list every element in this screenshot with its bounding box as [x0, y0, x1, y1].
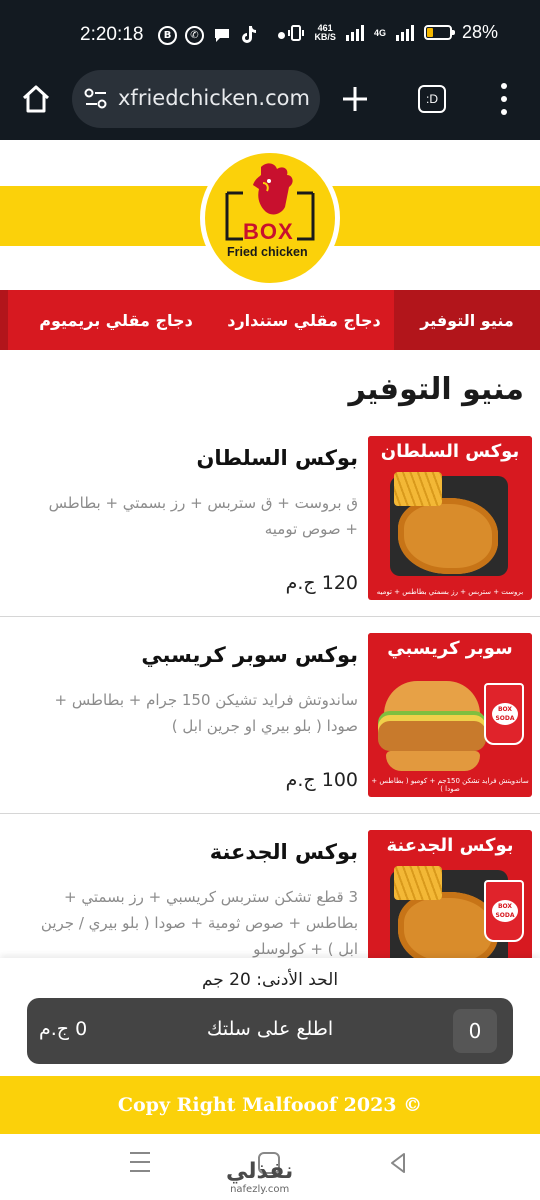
- copyright-text: Copy Right Malfooof 2023 ©: [117, 1094, 423, 1116]
- status-bar: 2:20:18 B ✆ 461 KB/S 4G 28%: [0, 0, 540, 70]
- watermark-arabic: نفذلي: [226, 1159, 294, 1184]
- status-time: 2:20:18: [80, 24, 144, 45]
- tab-switcher-button[interactable]: :D: [418, 85, 446, 113]
- burger-bun-shape: [384, 681, 480, 721]
- tiktok-icon: [242, 26, 256, 43]
- item-divider: [0, 616, 540, 617]
- soda-cup-shape: BOX SODA: [484, 683, 524, 745]
- address-bar[interactable]: xfriedchicken.com: [72, 70, 320, 128]
- min-order-label: الحد الأدنى: 20 جم: [201, 970, 339, 990]
- category-tab-premium[interactable]: دجاج مقلي بريميوم: [18, 290, 214, 350]
- cart-total: 0 ج.م: [39, 1018, 88, 1040]
- notification-dot: [278, 31, 285, 39]
- whatsapp-icon: ✆: [185, 25, 204, 45]
- category-nav: منيو التوفير دجاج مقلي ستندارد دجاج مقلي…: [0, 290, 540, 350]
- rooster-icon: [225, 163, 315, 241]
- system-nav-bar: نفذلي nafezly.com: [0, 1134, 540, 1200]
- cup-label: BOX SODA: [492, 900, 518, 922]
- new-tab-icon[interactable]: [340, 84, 370, 114]
- image-banner: بوكس السلطان: [368, 436, 532, 468]
- url-text[interactable]: xfriedchicken.com: [118, 86, 310, 110]
- logo-subtitle: Fried chicken: [227, 245, 308, 259]
- system-icons: 461 KB/S 4G 28%: [288, 22, 498, 43]
- image-caption: بروست + ستربس + رز بسمتي بطاطس + توميه: [376, 588, 524, 596]
- category-tab-savings[interactable]: منيو التوفير: [394, 290, 540, 350]
- item-name[interactable]: بوكس الجدعنة: [210, 840, 358, 864]
- logo-word: BOX: [243, 219, 294, 244]
- fries-shape: [394, 866, 442, 900]
- browser-toolbar: xfriedchicken.com :D: [0, 70, 540, 140]
- burger-patty-shape: [378, 721, 486, 751]
- battery-icon: [423, 25, 455, 40]
- image-banner: بوكس الجدعنة: [368, 830, 532, 862]
- chicken-shape: [398, 498, 498, 574]
- notification-icons: B ✆: [158, 25, 285, 45]
- back-icon[interactable]: [388, 1152, 408, 1174]
- view-cart-label[interactable]: اطلع على سلتك: [27, 1018, 513, 1040]
- site-header: BOX Fried chicken: [0, 140, 540, 290]
- watermark-latin: nafezly.com: [230, 1184, 290, 1195]
- item-price: 120 ج.م: [285, 572, 358, 594]
- image-banner: سوبر كريسبي: [368, 633, 532, 665]
- network-type: 4G: [373, 27, 386, 38]
- item-image[interactable]: بوكس السلطان بروست + ستربس + رز بسمتي بط…: [368, 436, 532, 600]
- net-speed: 461 KB/S: [314, 22, 336, 42]
- image-caption: ساندويتش فرايد تشكن 150جم + كومبو ( بطاط…: [371, 777, 529, 793]
- category-tab-standard[interactable]: دجاج مقلي ستندارد: [214, 290, 394, 350]
- item-description: 3 قطع تشكن ستربس كريسبي + رز بسمتي + بطا…: [40, 888, 358, 958]
- vibrate-icon: [288, 24, 305, 41]
- overflow-menu-icon[interactable]: [494, 83, 514, 115]
- battery-percent: 28%: [461, 22, 498, 42]
- nav-edge: [0, 290, 8, 350]
- soda-cup-shape: BOX SODA: [484, 880, 524, 942]
- brand-logo[interactable]: BOX Fried chicken: [200, 148, 340, 288]
- section-title: منيو التوفير: [348, 372, 524, 407]
- burger-bottom-shape: [386, 751, 480, 771]
- chat-bubble-icon: [215, 29, 229, 42]
- watermark: نفذلي nafezly.com: [226, 1160, 293, 1196]
- site-settings-icon[interactable]: [84, 88, 108, 110]
- item-description: ق بروست + ق ستربس + رز بسمتي + بطاطس + ص…: [48, 494, 358, 538]
- signal-icon: [345, 24, 364, 41]
- b-app-icon: B: [158, 25, 177, 45]
- item-name[interactable]: بوكس سوبر كريسبي: [141, 643, 358, 667]
- item-image[interactable]: سوبر كريسبي BOX SODA ساندويتش فرايد تشكن…: [368, 633, 532, 797]
- site-footer: Copy Right Malfooof 2023 ©: [0, 1076, 540, 1134]
- item-description: ساندوتش فرايد تشيكن 150 جرام + بطاطس + ص…: [54, 691, 358, 735]
- chicken-shape: [398, 892, 498, 968]
- item-name[interactable]: بوكس السلطان: [196, 446, 358, 470]
- view-cart-button[interactable]: 0 اطلع على سلتك 0 ج.م: [27, 998, 513, 1064]
- cup-label: BOX SODA: [492, 703, 518, 725]
- recents-icon[interactable]: [130, 1152, 150, 1172]
- signal-icon-2: [395, 24, 414, 41]
- item-price: 100 ج.م: [285, 769, 358, 791]
- fries-shape: [394, 472, 442, 506]
- home-icon[interactable]: [20, 83, 52, 115]
- item-divider: [0, 813, 540, 814]
